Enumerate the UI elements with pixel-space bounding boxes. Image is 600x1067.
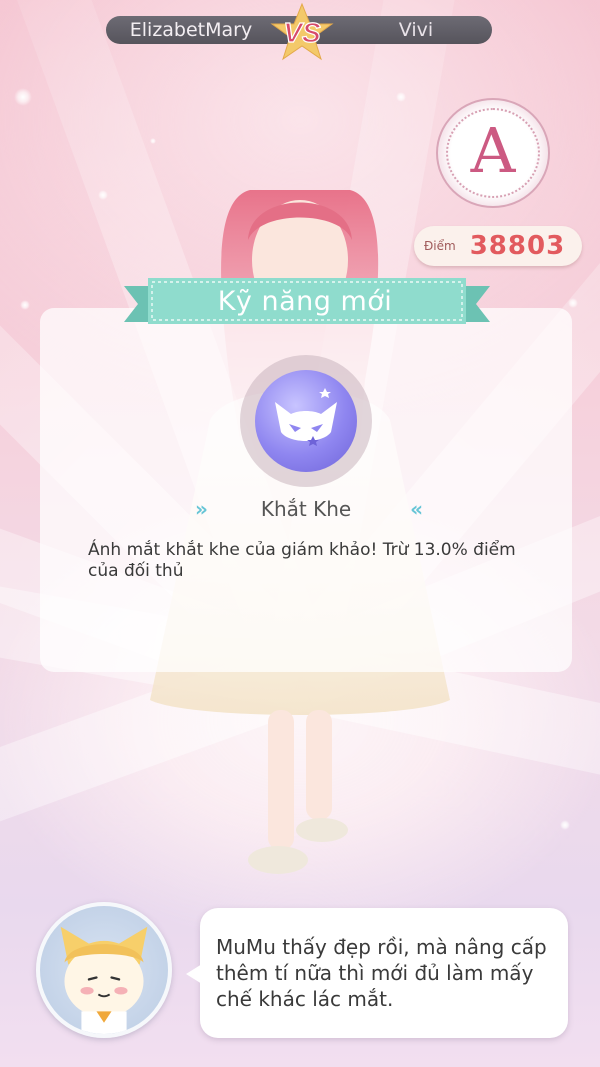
vs-badge: VS xyxy=(270,2,334,61)
player-left-name: ElizabetMary xyxy=(129,19,253,41)
skill-icon-frame xyxy=(240,355,372,487)
sparkle xyxy=(150,138,156,144)
score-value: 38803 xyxy=(469,231,566,261)
skill-description: Ánh mắt khắt khe của giám khảo! Trừ 13.0… xyxy=(88,540,516,581)
chevron-right-icon: » xyxy=(195,497,208,521)
sparkle xyxy=(14,88,32,106)
sparkle xyxy=(396,92,406,102)
sparkle xyxy=(560,820,570,830)
cat-mask-icon xyxy=(255,370,357,472)
rank-badge: A xyxy=(436,98,550,208)
mumu-avatar[interactable] xyxy=(36,902,172,1038)
player-right-name: Vivi xyxy=(398,19,434,41)
vs-label: VS xyxy=(283,17,321,48)
sparkle xyxy=(20,300,30,310)
mascot-speech-text: MuMu thấy đẹp rồi, mà nâng cấp thêm tí n… xyxy=(216,935,547,1011)
chevron-left-icon: « xyxy=(410,497,423,521)
sparkle xyxy=(98,190,108,200)
skill-name: Khắt Khe xyxy=(260,497,352,521)
sparkle xyxy=(568,298,578,308)
rank-letter: A xyxy=(470,114,516,187)
skill-name-row: » Khắt Khe « xyxy=(195,492,423,526)
skill-panel-title: Kỹ năng mới xyxy=(217,286,393,317)
